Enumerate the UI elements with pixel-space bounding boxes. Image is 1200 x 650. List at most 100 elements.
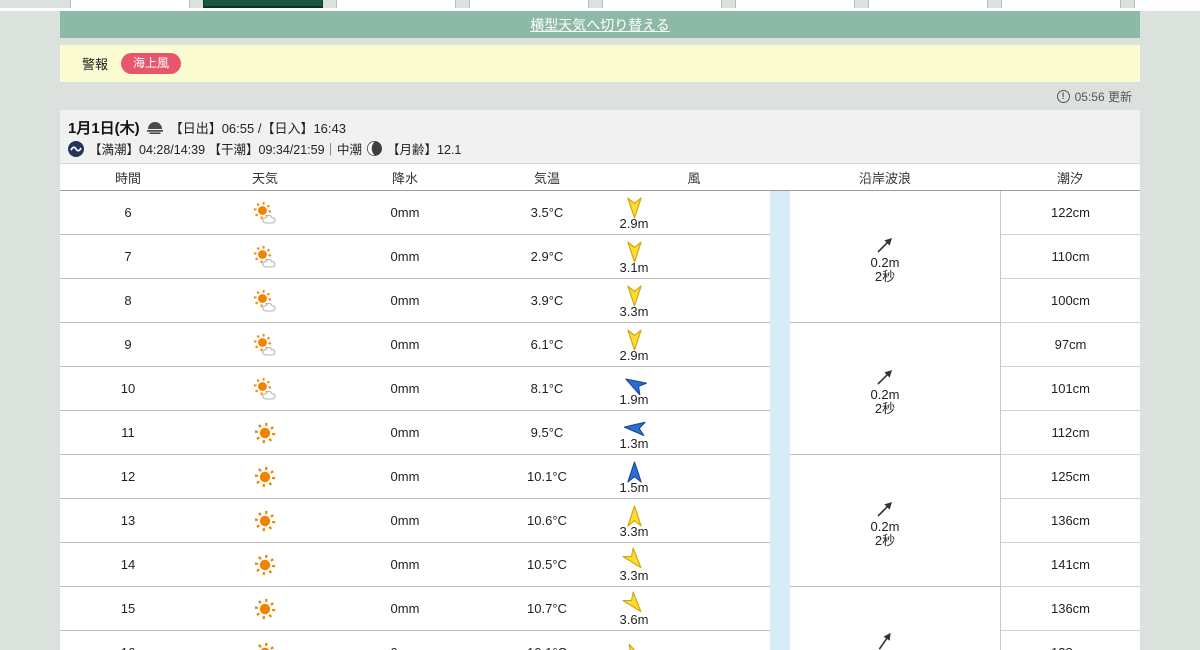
- time-cell: 8: [124, 293, 132, 308]
- wind-speed: 3.3m: [619, 524, 649, 539]
- precip-cell: 0mm: [390, 381, 420, 396]
- site-tab[interactable]: [469, 0, 589, 8]
- hourly-rows: 6 0mm 3.5°C 2.9m 7 0mm 2.9°C 3.1m 8 0mm …: [60, 191, 770, 650]
- precip-cell: 0mm: [390, 249, 420, 264]
- weather-cell: [196, 631, 334, 650]
- wave-group-cell: 0.2m 2秒: [790, 191, 1000, 323]
- table-row: 8 0mm 3.9°C 3.3m: [60, 279, 770, 323]
- precip-cell: 0mm: [390, 425, 420, 440]
- table-row: 14 0mm 10.5°C 3.3m: [60, 543, 770, 587]
- weather-cell: [196, 499, 334, 542]
- weather-cell: [196, 279, 334, 322]
- wind-cell: 2.9m: [558, 191, 710, 234]
- wind-speed: 3.1m: [619, 260, 649, 275]
- wind-cell: 3.3m: [558, 499, 710, 542]
- table-row: 9 0mm 6.1°C 2.9m: [60, 323, 770, 367]
- warning-label: 警報: [82, 57, 109, 72]
- tide-cell: 100cm: [1001, 279, 1140, 323]
- wave-group-cell: [790, 587, 1000, 650]
- tab-bar: [70, 0, 1200, 8]
- wind-direction-icon: [626, 505, 642, 527]
- precip-cell: 0mm: [390, 205, 420, 220]
- tide-cell: 136cm: [1001, 587, 1140, 631]
- weather-icon: [253, 333, 276, 356]
- time-cell: 9: [124, 337, 132, 352]
- site-tab[interactable]: [203, 0, 323, 8]
- wind-direction-icon: [626, 285, 642, 307]
- weather-icon: [253, 201, 276, 224]
- switch-to-horizontal-link[interactable]: 横型天気へ切り替える: [530, 15, 670, 35]
- weather-cell: [196, 235, 334, 278]
- table-row: 10 0mm 8.1°C 1.9m: [60, 367, 770, 411]
- table-header-row: 時間 天気 降水 気温 風 沿岸波浪 潮汐: [60, 164, 1140, 191]
- col-header-temp: 気温: [533, 170, 560, 186]
- wind-direction-icon: [623, 421, 646, 437]
- wind-direction-icon: [626, 329, 642, 351]
- time-cell: 16: [60, 631, 196, 650]
- wind-speed: 2.9m: [619, 348, 649, 363]
- precip-cell: 0mm: [390, 337, 420, 352]
- moon-phase-icon: [367, 141, 383, 156]
- wind-direction-icon: [626, 241, 642, 263]
- wind-speed: 2.9m: [619, 216, 649, 231]
- tide-cell: 141cm: [1001, 543, 1140, 587]
- table-body: 6 0mm 3.5°C 2.9m 7 0mm 2.9°C 3.1m 8 0mm …: [60, 191, 1140, 650]
- weather-page: 横型天気へ切り替える 警報 海上風 ! 05:56 更新 1月1日(木) 【日出…: [0, 0, 1200, 650]
- wind-speed: 1.5m: [619, 480, 649, 495]
- view-switch-bar: 横型天気へ切り替える: [60, 11, 1140, 38]
- site-tab[interactable]: [1134, 0, 1200, 8]
- col-header-wind: 風: [687, 170, 701, 186]
- sunrise-icon: [146, 122, 163, 134]
- precip-cell: 0mm: [390, 601, 420, 616]
- col-header-weather: 天気: [251, 170, 278, 186]
- time-cell: 11: [121, 425, 135, 440]
- weather-icon: [255, 642, 275, 650]
- weather-cell: [196, 191, 334, 234]
- table-row: 11 0mm 9.5°C 1.3m: [60, 411, 770, 455]
- wave-height: 0.2m: [870, 387, 900, 402]
- site-tab[interactable]: [735, 0, 855, 8]
- update-info-icon: !: [1056, 89, 1070, 103]
- time-cell: 13: [120, 513, 136, 528]
- wind-direction-icon: [621, 643, 644, 650]
- wind-cell: 1.9m: [558, 367, 710, 410]
- time-cell: 12: [120, 469, 136, 484]
- wave-period: 2秒: [874, 533, 896, 548]
- weather-icon: [254, 510, 276, 531]
- table-row: 16 0mm 10.1°C: [60, 631, 770, 650]
- wave-column-separator-band: [770, 191, 790, 650]
- tide-cell: 136cm: [1001, 499, 1140, 543]
- wind-cell: 1.3m: [558, 411, 710, 454]
- weather-icon: [254, 466, 276, 487]
- wind-speed: 1.3m: [619, 436, 649, 451]
- tide-cell: 125cm: [1001, 455, 1140, 499]
- site-tab[interactable]: [336, 0, 456, 8]
- weather-cell: [196, 411, 334, 454]
- site-tab[interactable]: [602, 0, 722, 8]
- site-tab[interactable]: [868, 0, 988, 8]
- wind-direction-icon: [626, 197, 642, 219]
- coastal-wave-column: 0.2m 2秒 0.2m 2秒 0.2m 2秒: [790, 191, 1000, 650]
- update-bar: ! 05:56 更新: [60, 84, 1140, 108]
- weather-cell: [196, 367, 334, 410]
- wave-height: 0.2m: [870, 519, 900, 534]
- tide-cell: 112cm: [1001, 411, 1140, 455]
- date-header: 1月1日(木) 【日出】06:55 /【日入】16:43 【満潮】04:28/1…: [60, 110, 1140, 163]
- warning-bar: 警報 海上風: [60, 45, 1140, 82]
- weather-icon: [254, 422, 276, 443]
- weather-icon: [254, 554, 276, 575]
- tide-cell: 122cm: [1001, 191, 1140, 235]
- weather-icon: [254, 598, 276, 619]
- wave-direction-icon: [877, 370, 892, 385]
- weather-cell: [196, 543, 334, 586]
- time-cell: 7: [124, 249, 132, 264]
- sea-wind-warning-badge[interactable]: 海上風: [121, 53, 182, 74]
- moon-age-text: 【月齢】12.1: [387, 143, 462, 157]
- site-tab[interactable]: [1001, 0, 1121, 8]
- site-tab[interactable]: [70, 0, 190, 8]
- tide-cell: 101cm: [1001, 367, 1140, 411]
- precip-cell: 0mm: [390, 513, 420, 528]
- table-row: 13 0mm 10.6°C 3.3m: [60, 499, 770, 543]
- precip-cell: 0mm: [390, 293, 420, 308]
- tide-cell: 110cm: [1001, 235, 1140, 279]
